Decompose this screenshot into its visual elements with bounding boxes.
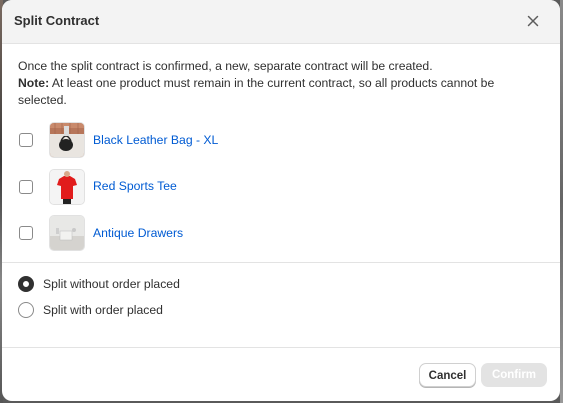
product-link[interactable]: Antique Drawers: [93, 225, 183, 242]
note-text: Note: At least one product must remain i…: [18, 75, 544, 109]
list-item: Antique Drawers: [18, 215, 544, 251]
dialog-title: Split Contract: [14, 13, 100, 28]
dialog-body: Once the split contract is confirmed, a …: [2, 44, 560, 251]
cancel-button[interactable]: Cancel: [419, 363, 476, 387]
option-split-with-order[interactable]: Split with order placed: [18, 301, 544, 319]
confirm-button[interactable]: Confirm: [481, 363, 547, 387]
note-body: At least one product must remain in the …: [18, 76, 495, 107]
close-icon[interactable]: [524, 12, 542, 30]
split-contract-dialog: Split Contract Once the split contract i…: [2, 0, 560, 401]
black-bag-thumbnail: [49, 122, 85, 158]
dialog-footer: Cancel Confirm: [2, 347, 560, 401]
product-list: Black Leather Bag - XL Red Sports Tee An…: [18, 122, 544, 251]
option-label: Split without order placed: [43, 276, 180, 291]
antique-drawers-thumbnail: [49, 215, 85, 251]
option-split-without-order[interactable]: Split without order placed: [18, 275, 544, 293]
list-item: Black Leather Bag - XL: [18, 122, 544, 158]
option-label: Split with order placed: [43, 302, 163, 317]
list-item: Red Sports Tee: [18, 168, 544, 205]
note-label: Note:: [18, 76, 50, 90]
product-link[interactable]: Red Sports Tee: [93, 178, 177, 195]
info-text: Once the split contract is confirmed, a …: [18, 59, 433, 73]
radio-selected[interactable]: [18, 275, 34, 292]
product-checkbox[interactable]: [19, 226, 33, 240]
product-checkbox[interactable]: [19, 133, 33, 147]
product-checkbox[interactable]: [19, 179, 33, 194]
dialog-header: Split Contract: [2, 0, 560, 44]
red-tee-thumbnail: [49, 168, 85, 205]
radio-unselected[interactable]: [18, 301, 34, 318]
product-link[interactable]: Black Leather Bag - XL: [93, 132, 218, 149]
split-options: Split without order placed Split with or…: [2, 263, 560, 339]
